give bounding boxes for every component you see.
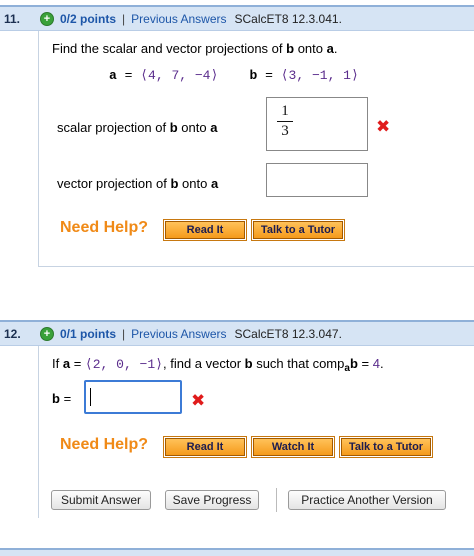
talk-to-tutor-button[interactable]: Talk to a Tutor	[340, 437, 432, 457]
previous-answers-link[interactable]: Previous Answers	[131, 327, 226, 341]
separator: |	[122, 11, 126, 26]
read-it-button[interactable]: Read It	[164, 437, 246, 457]
watch-it-button[interactable]: Watch It	[252, 437, 334, 457]
question-number: 12.	[4, 326, 21, 341]
instruction-text: If a = ⟨2, 0, −1⟩, find a vector b such …	[52, 356, 384, 374]
submit-answer-button[interactable]: Submit Answer	[51, 490, 151, 510]
question-source: SCalcET8 12.3.047.	[234, 326, 342, 341]
vector-projection-label: vector projection of b onto a	[57, 176, 219, 191]
previous-answers-link[interactable]: Previous Answers	[131, 12, 226, 26]
vector-projection-field[interactable]	[266, 163, 368, 197]
instruction-text: Find the scalar and vector projections o…	[52, 41, 338, 56]
scalar-projection-field[interactable]: 1 3	[266, 97, 368, 151]
separator: |	[122, 326, 126, 341]
question-12-header: 12. + 0/1 points | Previous Answers SCal…	[0, 320, 474, 346]
vector-b-input[interactable]	[84, 380, 182, 414]
vector-definitions: a = ⟨4, 7, −4⟩ b = ⟨3, −1, 1⟩	[109, 68, 359, 83]
need-help-label: Need Help?	[60, 436, 149, 453]
question-11-header: 11. + 0/2 points | Previous Answers SCal…	[0, 5, 474, 31]
scalar-projection-label: scalar projection of b onto a	[57, 120, 218, 135]
practice-another-version-button[interactable]: Practice Another Version	[288, 490, 446, 510]
talk-to-tutor-button[interactable]: Talk to a Tutor	[252, 220, 344, 240]
points-score: 0/1 points	[60, 326, 117, 341]
question-12-body: If a = ⟨2, 0, −1⟩, find a vector b such …	[38, 346, 474, 518]
expand-plus-icon[interactable]: +	[40, 11, 54, 26]
question-11-body: Find the scalar and vector projections o…	[38, 31, 474, 267]
question-number: 11.	[4, 11, 21, 26]
button-divider	[276, 488, 277, 512]
question-source: SCalcET8 12.3.041.	[234, 11, 342, 26]
incorrect-x-icon: ✖	[191, 391, 206, 410]
points-score: 0/2 points	[60, 11, 117, 26]
scalar-fraction: 1 3	[277, 103, 293, 140]
read-it-button[interactable]: Read It	[164, 220, 246, 240]
save-progress-button[interactable]: Save Progress	[165, 490, 259, 510]
b-field-label: b =	[52, 391, 72, 406]
incorrect-x-icon: ✖	[376, 117, 391, 136]
next-question-header	[0, 548, 474, 556]
need-help-label: Need Help?	[60, 219, 149, 236]
text-cursor	[90, 388, 91, 406]
expand-plus-icon[interactable]: +	[40, 326, 54, 341]
